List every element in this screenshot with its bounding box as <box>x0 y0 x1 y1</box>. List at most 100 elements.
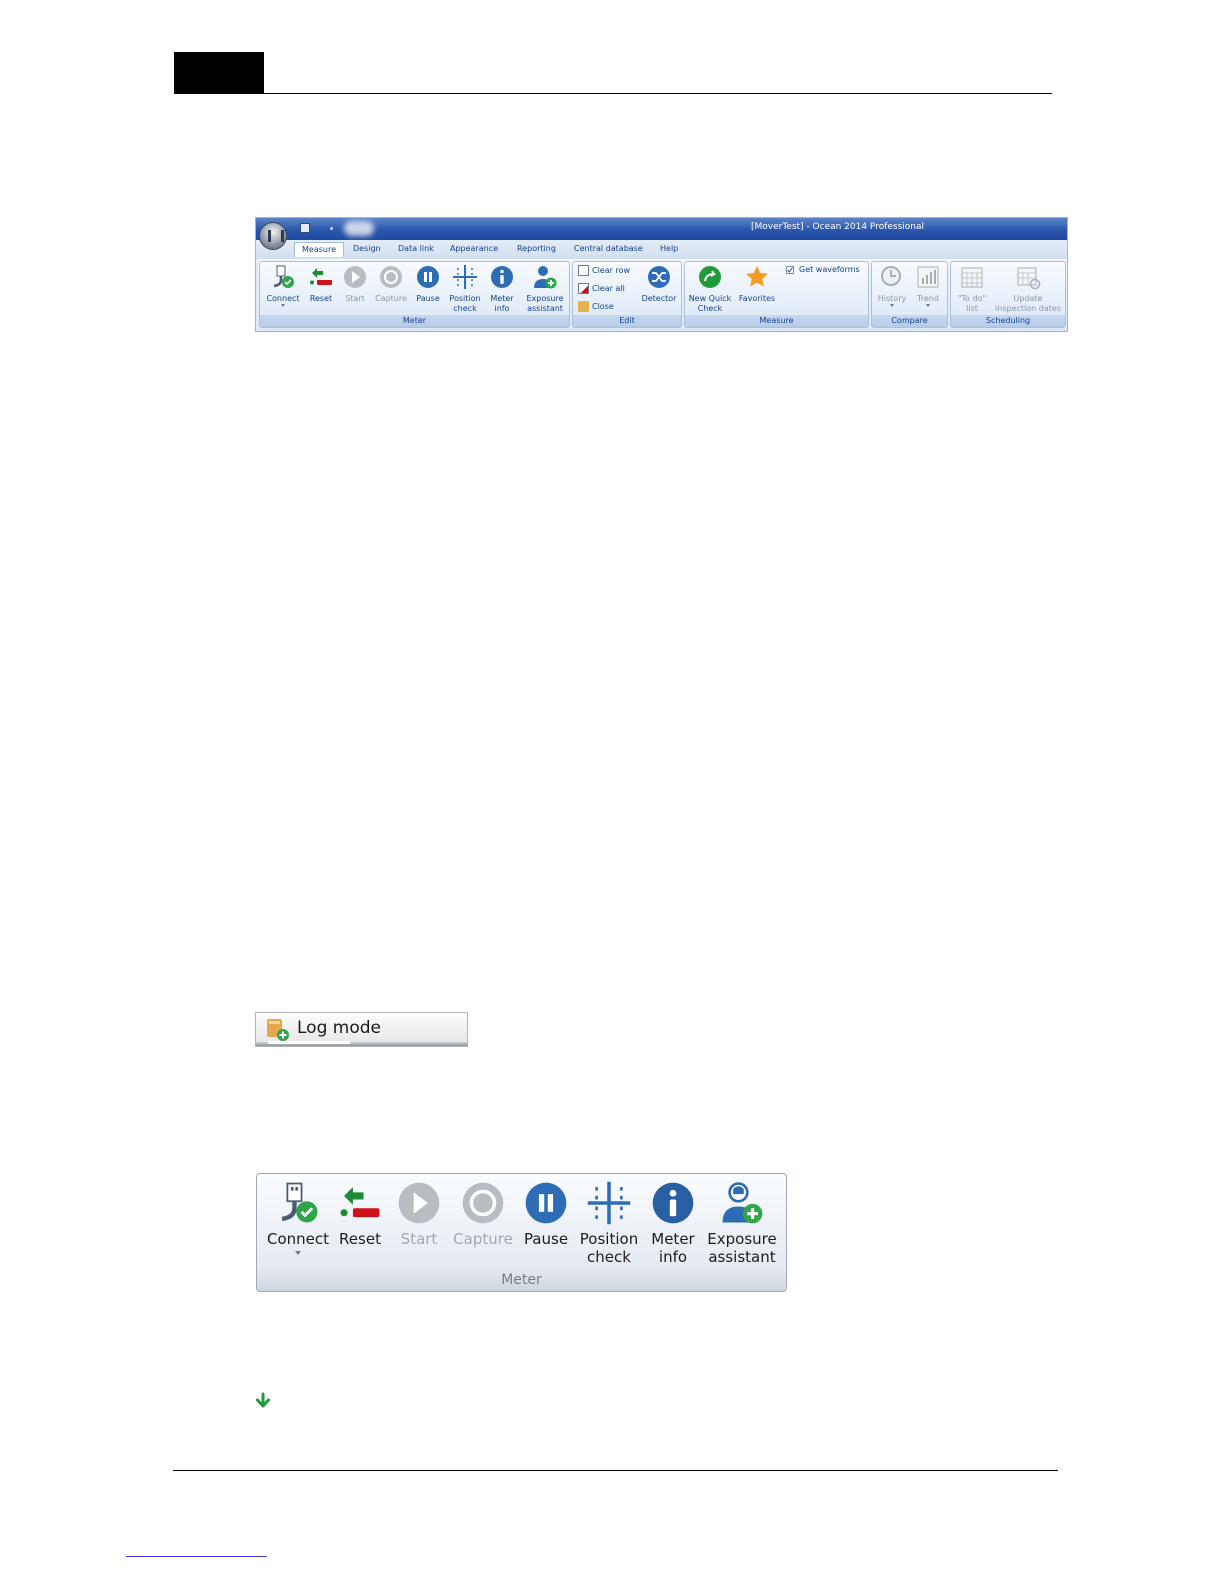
get-waveforms-checkbox[interactable]: Get waveforms <box>786 265 860 274</box>
ribbon-screenshot: [MoverTest] - Ocean 2014 Professional Me… <box>255 217 1068 332</box>
crosshair-icon <box>587 1181 631 1225</box>
tab-measure[interactable]: Measure <box>294 242 344 257</box>
pause-button[interactable]: Pause <box>521 1180 571 1248</box>
reset-icon <box>310 268 332 285</box>
chevron-down-icon[interactable] <box>926 304 930 307</box>
meter-group-zoomed-screenshot: Connect Reset Start Capture Pause Positi… <box>256 1173 787 1292</box>
reset-button[interactable]: Reset <box>303 264 339 304</box>
capture-button[interactable]: Capture <box>371 264 411 304</box>
title-bar: [MoverTest] - Ocean 2014 Professional <box>256 218 1067 240</box>
clear-row-icon <box>578 265 589 276</box>
position-check-button[interactable]: Position check <box>446 264 484 314</box>
scheduling-group-label: Scheduling <box>951 315 1065 327</box>
measure-group-label: Measure <box>685 315 868 327</box>
update-inspection-dates-button[interactable]: Update inspection dates <box>993 264 1063 314</box>
header-black-box <box>174 52 264 93</box>
tab-reporting[interactable]: Reporting <box>517 244 556 253</box>
reset-label: Reset <box>339 1230 381 1248</box>
pause-button[interactable]: Pause <box>411 264 445 304</box>
meter-group: Connect Reset Start Capture Pause Positi… <box>259 261 570 328</box>
new-quick-check-button[interactable]: New Quick Check <box>687 264 733 314</box>
tab-data-link[interactable]: Data link <box>398 244 434 253</box>
exposure-assistant-button[interactable]: Exposure assistant <box>522 264 568 314</box>
capture-button[interactable]: Capture <box>453 1180 513 1248</box>
start-button[interactable]: Start <box>395 1180 443 1248</box>
clock-icon <box>881 266 901 286</box>
exposure-assistant-label-line1: Exposure <box>707 1230 777 1248</box>
clear-row-button[interactable]: Clear row <box>578 265 630 276</box>
connect-label: Connect <box>266 294 300 303</box>
tab-appearance[interactable]: Appearance <box>450 244 498 253</box>
arrow-down-icon <box>256 1392 270 1408</box>
footer-link-underline[interactable] <box>126 1556 267 1557</box>
chevron-down-icon[interactable] <box>890 304 894 307</box>
capture-label: Capture <box>453 1230 513 1248</box>
connect-icon <box>281 1182 318 1223</box>
reset-label: Reset <box>309 294 333 303</box>
trend-chart-icon <box>917 266 939 288</box>
info-icon <box>491 266 513 288</box>
start-label: Start <box>400 1230 438 1248</box>
calendar-refresh-icon <box>1017 267 1041 290</box>
application-orb-button[interactable] <box>259 222 287 250</box>
exposure-assistant-label: Exposure assistant <box>526 294 564 313</box>
close-folder-icon <box>578 301 589 312</box>
pause-label: Pause <box>416 294 440 303</box>
chevron-down-icon[interactable] <box>295 1251 301 1255</box>
capture-label: Capture <box>375 294 407 303</box>
close-label: Close <box>592 302 614 311</box>
close-button[interactable]: Close <box>578 301 614 312</box>
favorites-label: Favorites <box>738 294 776 303</box>
history-button[interactable]: History <box>874 264 910 307</box>
crosshair-icon <box>453 265 477 289</box>
position-check-label-line2: check <box>587 1248 631 1266</box>
meter-info-label: Meter info <box>490 294 514 313</box>
meter-group-label: Meter <box>257 1269 786 1291</box>
play-icon <box>398 1182 440 1224</box>
quick-check-icon <box>699 266 721 288</box>
chevron-down-icon[interactable] <box>281 304 285 307</box>
header-rule <box>174 93 1052 94</box>
todo-list-button[interactable]: "To do" list <box>953 264 991 314</box>
exposure-assistant-label-line2: assistant <box>708 1248 776 1266</box>
detector-button[interactable]: Detector <box>639 264 679 304</box>
connect-button[interactable]: Connect <box>263 264 303 307</box>
checkbox-checked-icon[interactable] <box>786 265 794 274</box>
pause-label: Pause <box>523 1230 569 1248</box>
info-icon <box>652 1182 694 1224</box>
compare-group-label: Compare <box>872 315 947 327</box>
edit-group-label: Edit <box>573 315 681 327</box>
clear-row-label: Clear row <box>592 266 631 275</box>
capture-icon <box>462 1182 504 1224</box>
start-button[interactable]: Start <box>339 264 371 304</box>
tab-help[interactable]: Help <box>660 244 678 253</box>
trend-button[interactable]: Trend <box>910 264 946 307</box>
meter-info-button[interactable]: Meter info <box>647 1180 699 1266</box>
todo-list-label: "To do" list <box>957 294 987 313</box>
star-icon <box>746 266 768 287</box>
document-page: { "ribbon": { "title": "[MoverTest] - Oc… <box>0 0 1224 1584</box>
app-logo-icon <box>268 230 284 242</box>
meter-info-button[interactable]: Meter info <box>485 264 519 314</box>
log-mode-tab-highlight <box>268 1041 350 1044</box>
position-check-button[interactable]: Position check <box>579 1180 639 1266</box>
log-mode-icon <box>267 1019 289 1041</box>
clear-all-button[interactable]: Clear all <box>578 283 625 294</box>
clear-all-icon <box>578 283 589 294</box>
tab-central-database[interactable]: Central database <box>574 244 643 253</box>
meter-group-label: Meter <box>260 315 569 327</box>
reset-button[interactable]: Reset <box>335 1180 385 1248</box>
pause-icon <box>525 1182 567 1224</box>
connect-button[interactable]: Connect <box>265 1180 331 1255</box>
footer-rule <box>173 1470 1058 1471</box>
exposure-assistant-icon <box>722 1182 763 1224</box>
meter-info-label-line2: info <box>658 1248 688 1266</box>
exposure-assistant-button[interactable]: Exposure assistant <box>706 1180 778 1266</box>
detector-icon <box>648 266 670 288</box>
get-waveforms-label: Get waveforms <box>799 265 860 274</box>
tab-design[interactable]: Design <box>353 244 381 253</box>
favorites-button[interactable]: Favorites <box>737 264 777 304</box>
log-mode-button[interactable]: Log mode <box>297 1018 381 1038</box>
trend-label: Trend <box>917 294 939 303</box>
capture-icon <box>380 266 402 288</box>
